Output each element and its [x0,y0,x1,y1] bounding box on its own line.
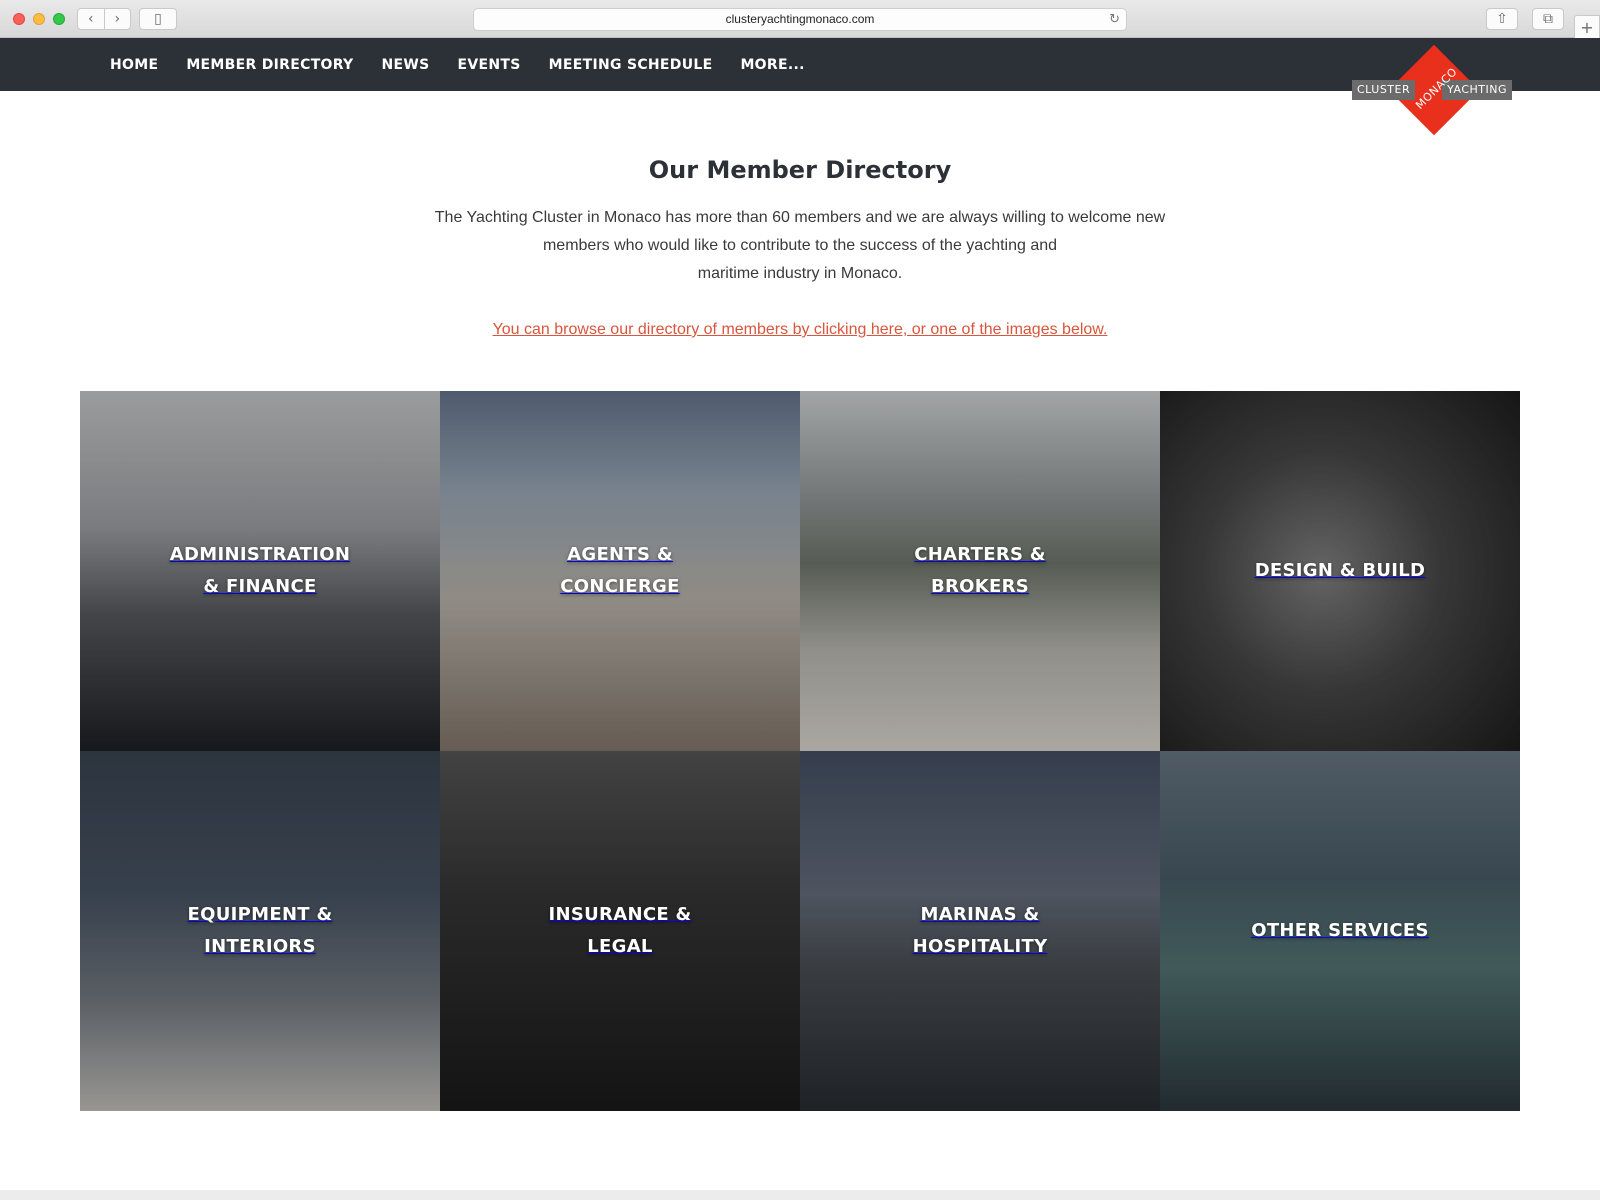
intro-line: members who would like to contribute to … [542,237,1058,254]
category-tile-insurance-legal[interactable]: INSURANCE & LEGAL [440,751,800,1111]
tile-label: CHARTERS & BROKERS [914,544,1046,597]
page-content: Our Member Directory The Yachting Cluste… [0,91,1600,1190]
address-bar[interactable]: clusteryachtingmonaco.com ↻ [473,8,1127,31]
tile-label: INSURANCE & LEGAL [548,904,692,957]
nav-meeting-schedule[interactable]: MEETING SCHEDULE [549,57,713,73]
category-tile-other-services[interactable]: OTHER SERVICES [1160,751,1520,1111]
site-logo[interactable]: CLUSTER YACHTING MONACO [1352,44,1512,138]
tile-label: EQUIPMENT & INTERIORS [187,904,333,957]
nav-member-directory[interactable]: MEMBER DIRECTORY [186,57,353,73]
tab-overview-icon[interactable]: ⧉ [1532,8,1564,30]
tile-label: MARINAS & HOSPITALITY [912,904,1048,957]
intro-line: The Yachting Cluster in Monaco has more … [434,209,1166,226]
category-tile-design-build[interactable]: DESIGN & BUILD [1160,391,1520,751]
nav-more[interactable]: MORE... [740,57,804,73]
category-tile-charters-brokers[interactable]: CHARTERS & BROKERS [800,391,1160,751]
browse-directory-link[interactable]: You can browse our directory of members … [0,321,1600,339]
reload-icon[interactable]: ↻ [1109,9,1120,30]
logo-text-yachting: YACHTING [1442,80,1512,100]
page-title: Our Member Directory [648,156,952,184]
minimize-window-button[interactable] [33,13,45,25]
main-menu: HOME MEMBER DIRECTORY NEWS EVENTS MEETIN… [110,38,833,91]
category-tile-marinas-hospitality[interactable]: MARINAS & HOSPITALITY [800,751,1160,1111]
sidebar-toggle-icon[interactable]: ▯ [139,8,177,30]
zoom-window-button[interactable] [53,13,65,25]
category-grid: ADMINISTRATION & FINANCE AGENTS & CONCIE… [80,391,1520,1111]
tile-label: AGENTS & CONCIERGE [560,544,680,597]
category-tile-equipment-interiors[interactable]: EQUIPMENT & INTERIORS [80,751,440,1111]
nav-news[interactable]: NEWS [382,57,430,73]
tile-label: DESIGN & BUILD [1254,560,1426,581]
share-icon[interactable]: ⇧ [1486,8,1518,30]
close-window-button[interactable] [13,13,25,25]
nav-events[interactable]: EVENTS [458,57,521,73]
back-icon[interactable]: ‹ [78,9,105,29]
tile-label: OTHER SERVICES [1251,920,1429,941]
category-tile-administration-finance[interactable]: ADMINISTRATION & FINANCE [80,391,440,751]
intro-paragraph: The Yachting Cluster in Monaco has more … [410,204,1190,288]
logo-text-cluster: CLUSTER [1352,80,1416,100]
window-bottom-edge [0,1190,1600,1200]
nav-home[interactable]: HOME [110,57,158,73]
tile-label: ADMINISTRATION & FINANCE [169,544,351,597]
history-nav: ‹ › [77,8,131,30]
category-tile-agents-concierge[interactable]: AGENTS & CONCIERGE [440,391,800,751]
intro-line: maritime industry in Monaco. [697,265,903,282]
url-text: clusteryachtingmonaco.com [725,12,875,26]
forward-icon[interactable]: › [105,9,131,29]
new-tab-icon[interactable]: + [1574,15,1600,39]
browser-toolbar: ‹ › ▯ clusteryachtingmonaco.com ↻ ⇧ ⧉ + [0,0,1600,39]
